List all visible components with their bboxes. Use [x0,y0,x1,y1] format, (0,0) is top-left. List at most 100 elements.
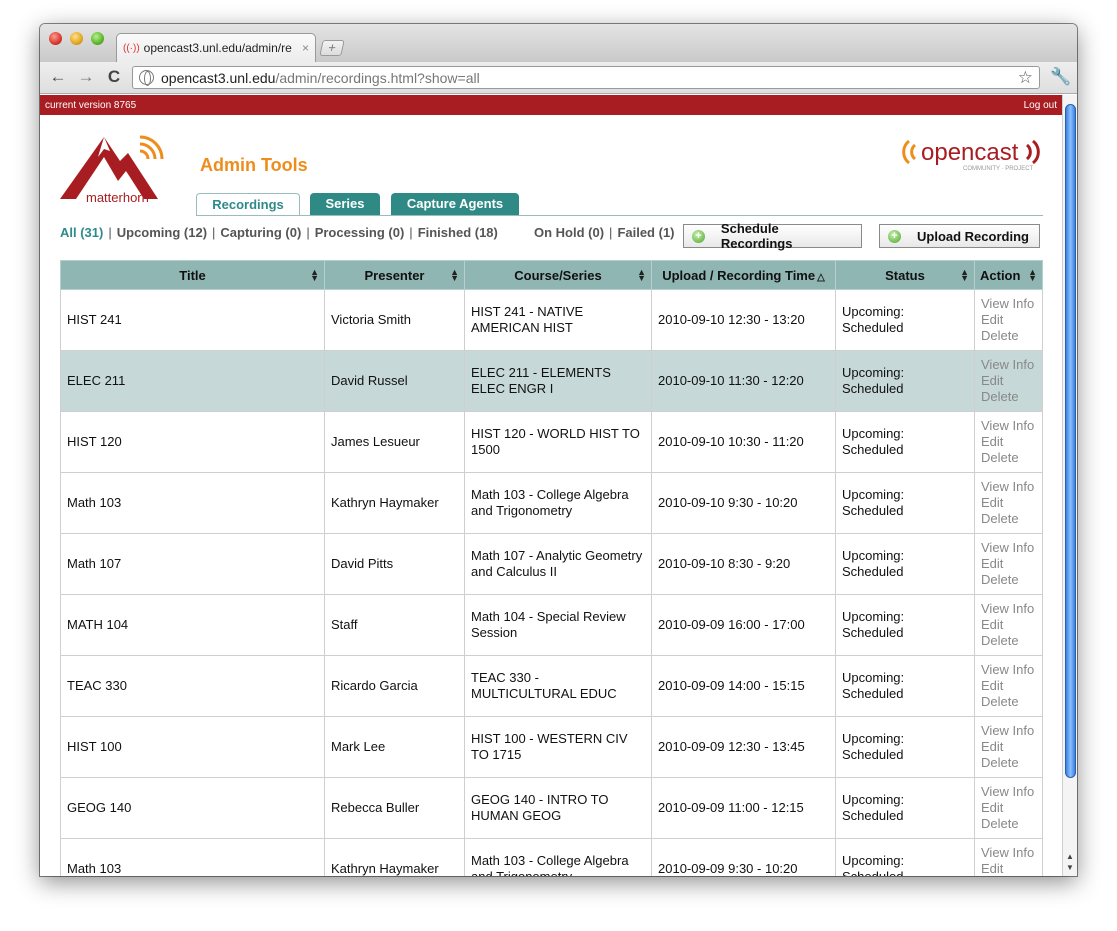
new-tab-button[interactable]: + [319,40,345,56]
forward-button[interactable]: → [76,67,96,87]
cell-course: HIST 100 - WESTERN CIV TO 1715 [464,716,652,778]
page-viewport: current version 8765 Log out matterhorn … [40,95,1062,876]
view-info-link[interactable]: View Info [981,479,1036,495]
table-row[interactable]: HIST 120 James Lesueur HIST 120 - WORLD HI… [60,411,1043,473]
cell-time: 2010-09-10 11:30 - 12:20 [651,350,836,412]
column-header-action[interactable]: Action ▲ ▼ [974,260,1043,290]
schedule-recordings-button[interactable]: + Schedule Recordings [683,221,862,251]
bookmark-star-icon[interactable]: ☆ [1018,68,1033,88]
filter-upcoming[interactable]: Upcoming (12) [117,225,207,240]
address-bar[interactable]: opencast3.unl.edu/admin/recordings.html?… [132,66,1040,89]
cell-presenter: James Lesueur [324,411,465,473]
cell-presenter: Ricardo Garcia [324,655,465,717]
cell-actions: View InfoEditDelete [974,655,1043,717]
status-filters-secondary: On Hold (0) | Failed (1) [534,225,675,240]
delete-link[interactable]: Delete [981,450,1036,466]
column-header-status[interactable]: Status ▲ ▼ [835,260,975,290]
delete-link[interactable]: Delete [981,389,1036,405]
reload-button[interactable]: C [104,67,124,87]
edit-link[interactable]: Edit [981,556,1036,572]
view-info-link[interactable]: View Info [981,540,1036,556]
back-button[interactable]: ← [48,67,68,87]
upload-recording-button[interactable]: + Upload Recording [879,224,1040,248]
delete-link[interactable]: Delete [981,572,1036,588]
cell-presenter: Mark Lee [324,716,465,778]
cell-presenter: David Pitts [324,533,465,595]
wrench-icon[interactable]: 🔧 [1050,67,1071,87]
delete-link[interactable]: Delete [981,755,1036,771]
edit-link[interactable]: Edit [981,800,1036,816]
delete-link[interactable]: Delete [981,816,1036,832]
zoom-window-button[interactable] [91,32,104,45]
filter-capturing[interactable]: Capturing (0) [220,225,301,240]
globe-icon [139,70,154,86]
view-info-link[interactable]: View Info [981,296,1036,312]
table-row[interactable]: MATH 104 Staff Math 104 - Special Review S… [60,594,1043,656]
table-row[interactable]: TEAC 330 Ricardo Garcia TEAC 330 - MULTICU… [60,655,1043,717]
table-row[interactable]: Math 103 Kathryn Haymaker Math 103 - Colle… [60,472,1043,534]
view-info-link[interactable]: View Info [981,662,1036,678]
edit-link[interactable]: Edit [981,312,1036,328]
table-row[interactable]: Math 107 David Pitts Math 107 - Analytic G… [60,533,1043,595]
matterhorn-logo: matterhorn [60,135,164,205]
edit-link[interactable]: Edit [981,373,1036,389]
filter-on-hold[interactable]: On Hold (0) [534,225,604,240]
column-header-course[interactable]: Course/Series ▲ ▼ [464,260,652,290]
cell-course: HIST 241 - NATIVE AMERICAN HIST [464,289,652,351]
edit-link[interactable]: Edit [981,678,1036,694]
view-info-link[interactable]: View Info [981,723,1036,739]
tab-close-icon[interactable]: × [302,41,309,55]
scroll-down-arrow[interactable]: ▼ [1066,863,1074,872]
cell-actions: View InfoEditDelete [974,411,1043,473]
scrollbar-thumb[interactable] [1065,104,1076,778]
table-row[interactable]: GEOG 140 Rebecca Buller GEOG 140 - INTRO T… [60,777,1043,839]
favicon-icon: ((·)) [123,42,140,54]
edit-link[interactable]: Edit [981,861,1036,876]
view-info-link[interactable]: View Info [981,845,1036,861]
cell-title: GEOG 140 [60,777,325,839]
delete-link[interactable]: Delete [981,511,1036,527]
filter-failed[interactable]: Failed (1) [617,225,674,240]
cell-time: 2010-09-09 12:30 - 13:45 [651,716,836,778]
cell-status: Upcoming:Scheduled [835,472,975,534]
delete-link[interactable]: Delete [981,694,1036,710]
vertical-scrollbar[interactable]: ▲ ▼ [1062,95,1077,876]
cell-actions: View InfoEditDelete [974,716,1043,778]
tab-recordings[interactable]: Recordings [196,193,300,216]
filter-finished[interactable]: Finished (18) [418,225,498,240]
table-row[interactable]: Math 103 Kathryn Haymaker Math 103 - Colle… [60,838,1043,876]
delete-link[interactable]: Delete [981,328,1036,344]
edit-link[interactable]: Edit [981,495,1036,511]
cell-title: Math 103 [60,838,325,876]
edit-link[interactable]: Edit [981,617,1036,633]
cell-time: 2010-09-09 9:30 - 10:20 [651,838,836,876]
filter-all[interactable]: All (31) [60,225,103,240]
edit-link[interactable]: Edit [981,739,1036,755]
filter-processing[interactable]: Processing (0) [315,225,405,240]
sort-icon: ▲ ▼ [450,267,459,283]
delete-link[interactable]: Delete [981,633,1036,649]
opencast-logo: opencast COMMUNITY · PROJECT [902,139,1040,172]
sort-icon: ▲ ▼ [1028,267,1037,283]
view-info-link[interactable]: View Info [981,357,1036,373]
table-row[interactable]: HIST 241 Victoria Smith HIST 241 - NATIVE … [60,289,1043,351]
scroll-up-arrow[interactable]: ▲ [1066,852,1074,861]
tab-series[interactable]: Series [310,193,380,215]
table-row[interactable]: HIST 100 Mark Lee HIST 100 - WESTERN CIV T… [60,716,1043,778]
view-info-link[interactable]: View Info [981,784,1036,800]
column-header-presenter[interactable]: Presenter ▲ ▼ [324,260,465,290]
column-header-time[interactable]: Upload / Recording Time △ [651,260,836,290]
status-filters: All (31) | Upcoming (12) | Capturing (0) | Pro… [60,225,498,240]
tab-capture-agents[interactable]: Capture Agents [391,193,519,215]
close-window-button[interactable] [49,32,62,45]
cell-status: Upcoming:Scheduled [835,411,975,473]
edit-link[interactable]: Edit [981,434,1036,450]
minimize-window-button[interactable] [70,32,83,45]
browser-tab[interactable]: ((·)) opencast3.unl.edu/admin/re × [116,33,316,62]
table-row[interactable]: ELEC 211 David Russel ELEC 211 - ELEMENTS … [60,350,1043,412]
view-info-link[interactable]: View Info [981,418,1036,434]
logout-link[interactable]: Log out [1024,100,1057,111]
view-info-link[interactable]: View Info [981,601,1036,617]
cell-presenter: Victoria Smith [324,289,465,351]
column-header-title[interactable]: Title ▲ ▼ [60,260,325,290]
